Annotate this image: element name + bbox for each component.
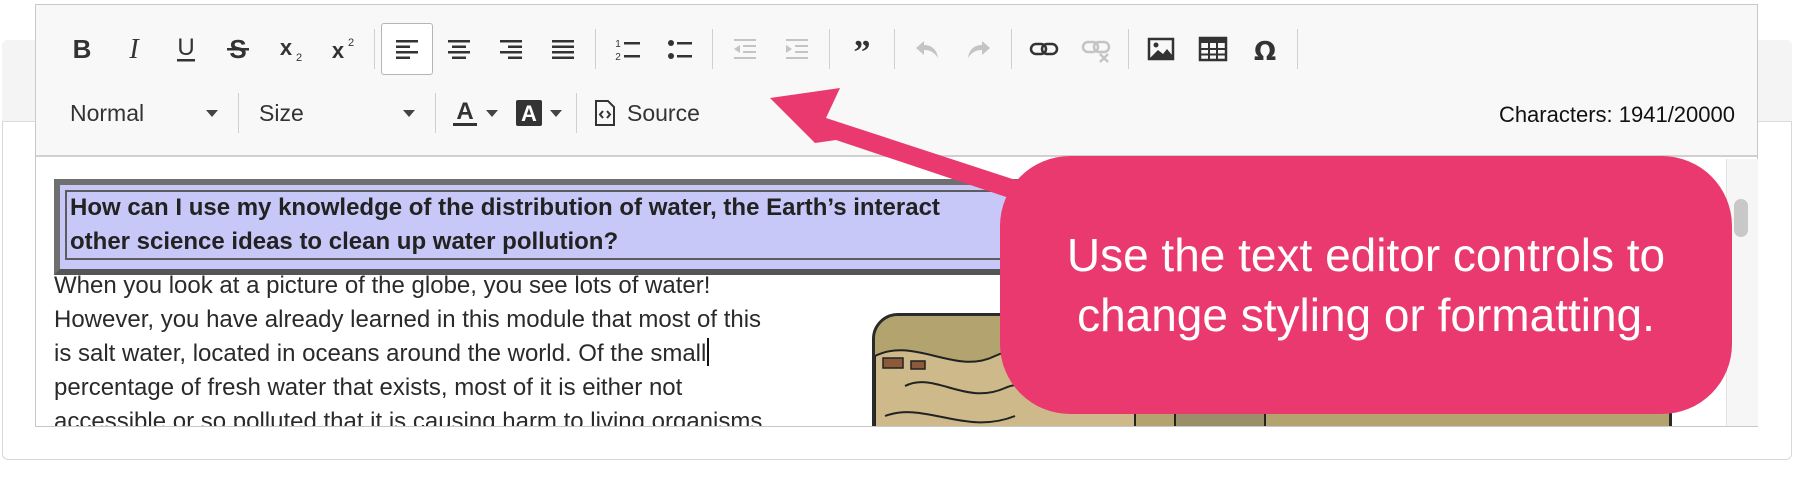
svg-text:2: 2 <box>296 52 302 64</box>
svg-text:B: B <box>73 34 92 64</box>
svg-text:2: 2 <box>348 37 354 49</box>
toolbar-separator <box>1011 29 1012 69</box>
undo-button[interactable] <box>901 23 953 75</box>
body-line: When you look at a picture of the globe,… <box>54 272 711 299</box>
toolbar-separator <box>576 93 577 133</box>
svg-text:x: x <box>280 35 293 60</box>
toolbar-row-1: B I U S x2 x2 1 2 ” Ω <box>56 21 1304 77</box>
svg-text:Ω: Ω <box>1254 37 1276 65</box>
redo-button[interactable] <box>953 23 1005 75</box>
text-cursor <box>707 338 710 366</box>
svg-text:A: A <box>456 98 473 125</box>
source-button-label: Source <box>627 99 700 126</box>
bulleted-list-icon <box>668 40 692 59</box>
justify-icon <box>552 40 574 59</box>
svg-text:x: x <box>332 38 345 63</box>
bold-button[interactable]: B <box>56 23 108 75</box>
italic-button[interactable]: I <box>108 23 160 75</box>
subscript-button[interactable]: x2 <box>264 23 316 75</box>
text-color-icon: A <box>453 98 477 126</box>
link-icon <box>1029 42 1059 56</box>
body-paragraph[interactable]: When you look at a picture of the globe,… <box>54 269 834 426</box>
tooltip-callout: Use the text editor controls to change s… <box>1000 156 1732 414</box>
background-color-icon: A <box>516 100 542 126</box>
blockquote-icon: ” <box>854 34 871 65</box>
source-button[interactable]: Source <box>583 91 710 135</box>
body-line: accessible or so polluted that it is cau… <box>54 408 763 426</box>
toolbar-separator <box>435 93 436 133</box>
body-line-text: is salt water, located in oceans around … <box>54 340 707 367</box>
numbered-list-icon: 12 <box>615 39 640 63</box>
table-icon <box>1198 36 1228 62</box>
superscript-icon: x2 <box>332 37 354 63</box>
editor-toolbar: B I U S x2 x2 1 2 ” Ω Normal Size A A So… <box>36 5 1757 157</box>
blockquote-button[interactable]: ” <box>836 23 888 75</box>
link-button[interactable] <box>1018 23 1070 75</box>
toolbar-row-2: Normal Size A A Source <box>56 85 710 141</box>
superscript-button[interactable]: x2 <box>316 23 368 75</box>
chevron-down-icon <box>403 109 415 117</box>
scrollbar-thumb[interactable] <box>1734 199 1748 237</box>
special-character-button[interactable]: Ω <box>1239 23 1291 75</box>
decrease-indent-icon <box>734 39 756 59</box>
chevron-down-icon <box>486 109 498 117</box>
svg-text:A: A <box>521 101 537 126</box>
toolbar-separator <box>712 29 713 69</box>
numbered-list-button[interactable]: 12 <box>602 23 654 75</box>
toolbar-separator <box>894 29 895 69</box>
image-icon <box>1147 37 1175 61</box>
table-button[interactable] <box>1187 23 1239 75</box>
svg-text:”: ” <box>854 34 871 65</box>
align-left-button[interactable] <box>381 23 433 75</box>
toolbar-separator <box>1297 29 1298 69</box>
svg-text:1: 1 <box>615 39 621 50</box>
character-count: Characters: 1941/20000 <box>1498 102 1735 127</box>
align-right-icon <box>500 40 522 59</box>
align-center-icon <box>448 40 470 59</box>
justify-button[interactable] <box>537 23 589 75</box>
format-dropdown-value: Normal <box>70 99 145 126</box>
svg-text:I: I <box>128 34 140 65</box>
format-dropdown[interactable]: Normal <box>56 91 232 135</box>
toolbar-separator <box>374 29 375 69</box>
svg-text:2: 2 <box>615 52 621 63</box>
toolbar-separator <box>595 29 596 69</box>
unlink-button[interactable] <box>1070 23 1122 75</box>
body-line: percentage of fresh water that exists, m… <box>54 374 683 401</box>
toolbar-separator <box>1128 29 1129 69</box>
bulleted-list-button[interactable] <box>654 23 706 75</box>
align-right-button[interactable] <box>485 23 537 75</box>
strikethrough-icon: S <box>227 34 249 64</box>
undo-icon <box>916 41 938 58</box>
underline-button[interactable]: U <box>160 23 212 75</box>
chevron-down-icon <box>206 109 218 117</box>
redo-icon <box>968 41 990 58</box>
size-dropdown-value: Size <box>259 99 304 126</box>
svg-text:U: U <box>177 34 194 61</box>
omega-icon: Ω <box>1254 37 1276 65</box>
increase-indent-button[interactable] <box>771 23 823 75</box>
size-dropdown[interactable]: Size <box>245 91 429 135</box>
italic-icon: I <box>128 34 140 65</box>
strikethrough-button[interactable]: S <box>212 23 264 75</box>
source-icon <box>595 100 615 126</box>
background-color-button[interactable]: A <box>506 91 570 135</box>
align-left-icon <box>396 40 418 59</box>
body-line: However, you have already learned in thi… <box>54 306 762 333</box>
callout-text: Use the text editor controls to change s… <box>1066 229 1666 341</box>
subscript-icon: x2 <box>280 35 302 64</box>
unlink-icon <box>1081 40 1111 63</box>
toolbar-separator <box>829 29 830 69</box>
underline-icon: U <box>177 34 195 62</box>
text-color-button[interactable]: A <box>442 91 506 135</box>
align-center-button[interactable] <box>433 23 485 75</box>
image-button[interactable] <box>1135 23 1187 75</box>
chevron-down-icon <box>550 109 562 117</box>
increase-indent-icon <box>786 39 808 59</box>
decrease-indent-button[interactable] <box>719 23 771 75</box>
body-line: is salt water, located in oceans around … <box>54 337 834 371</box>
bold-icon: B <box>73 34 92 64</box>
toolbar-separator <box>238 93 239 133</box>
